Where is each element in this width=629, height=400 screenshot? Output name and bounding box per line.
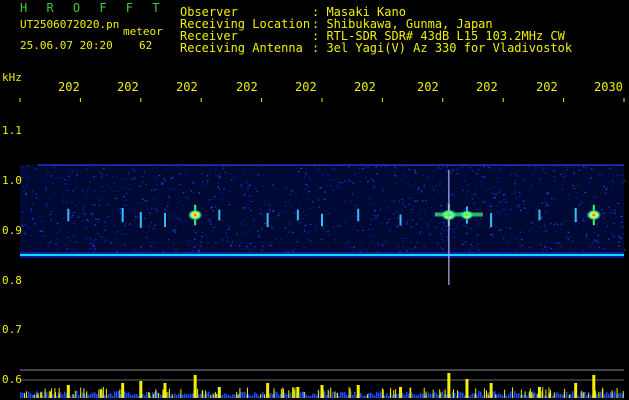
y-tick: 0.6 — [2, 373, 22, 386]
level-peak — [163, 383, 167, 398]
x-tick: 202 — [536, 80, 558, 94]
meteor-echo — [67, 208, 70, 222]
meteor-echo — [139, 212, 142, 228]
x-tick: 202 — [58, 80, 80, 94]
meteor-echo — [574, 208, 577, 222]
burst-trail — [434, 212, 483, 217]
noise-background — [20, 165, 624, 255]
meteor-echo — [296, 209, 299, 221]
meteor-echo — [490, 213, 493, 227]
level-peak — [356, 385, 360, 398]
meteor-echo — [538, 209, 541, 221]
y-tick: 0.8 — [2, 274, 22, 287]
x-tick: 202 — [476, 80, 498, 94]
meteor-count: 62 — [139, 39, 153, 52]
meteor-echo — [321, 213, 323, 227]
meteor-echo — [357, 208, 360, 222]
meteor-echo — [121, 208, 124, 222]
level-peak — [447, 373, 451, 398]
x-tick: 202 — [176, 80, 198, 94]
signal-level-bars — [20, 373, 624, 398]
x-tick: 2030 — [594, 80, 623, 94]
y-tick: 1.0 — [2, 174, 22, 187]
x-tick: 202 — [117, 80, 139, 94]
x-tick: 202 — [295, 80, 317, 94]
x-tick: 202 — [236, 80, 258, 94]
spectrogram-plot — [19, 98, 626, 398]
level-peak — [217, 387, 221, 398]
level-peak — [66, 385, 70, 398]
carrier-line — [20, 252, 624, 258]
meteor-label: meteor — [123, 25, 163, 38]
y-tick: 1.1 — [2, 124, 22, 137]
app-title: H R O F F T — [20, 1, 166, 15]
y-axis-label: kHz — [2, 71, 22, 84]
antenna-value: : 3el Yagi(V) Az 330 for Vladivostok — [312, 41, 573, 55]
x-tick: 202 — [354, 80, 376, 94]
meteor-echo-head — [187, 209, 203, 221]
antenna-label: Receiving Antenna — [180, 41, 303, 55]
meteor-echo — [399, 214, 402, 226]
y-tick: 0.7 — [2, 323, 22, 336]
level-peak — [489, 383, 493, 398]
meteor-echo — [266, 213, 269, 227]
level-peak — [592, 375, 596, 398]
x-tick: 202 — [417, 80, 439, 94]
level-peak — [465, 379, 469, 398]
hrofft-display: H R O F F T UT2506072020.pn meteor 25.06… — [0, 0, 629, 400]
meteor-echo-head — [586, 209, 602, 221]
level-peak — [296, 387, 300, 398]
y-tick: 0.9 — [2, 224, 22, 237]
date-time: 25.06.07 20:20 — [20, 39, 113, 52]
level-peak — [139, 381, 143, 398]
meteor-echo — [163, 213, 166, 227]
file-name: UT2506072020.pn — [20, 18, 120, 31]
meteor-echo — [218, 209, 221, 221]
noise-band — [20, 164, 626, 256]
